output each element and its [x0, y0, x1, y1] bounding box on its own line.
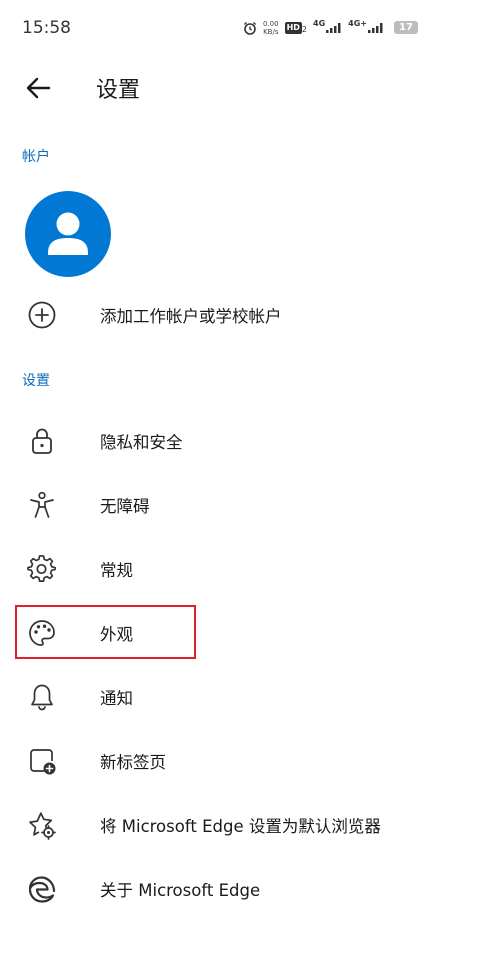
settings-item-privacy[interactable]: 隐私和安全 — [0, 409, 480, 473]
status-time: 15:58 — [22, 18, 71, 38]
add-circle-icon — [26, 299, 58, 331]
sim2-label: 4G+ — [348, 19, 367, 28]
add-account-label: 添加工作帐户或学校帐户 — [100, 307, 282, 326]
sim2-signal: 4G+ — [348, 19, 384, 33]
settings-item-notifications[interactable]: 通知 — [0, 665, 480, 729]
signal-bars-icon — [368, 23, 383, 33]
net-speed-unit: KB/s — [263, 28, 279, 36]
net-speed-value: 0.00 — [262, 20, 279, 28]
lock-icon — [26, 425, 58, 457]
settings-item-label: 关于 Microsoft Edge — [100, 881, 261, 900]
hd-sub: 2 — [301, 25, 308, 34]
section-label-settings: 设置 — [22, 373, 50, 389]
settings-item-label: 新标签页 — [100, 753, 166, 772]
app-header: 设置 — [0, 58, 480, 118]
new-tab-icon — [26, 745, 58, 777]
hd-label: HD — [284, 22, 302, 34]
settings-item-general[interactable]: 常规 — [0, 537, 480, 601]
settings-item-default-browser[interactable]: 将 Microsoft Edge 设置为默认浏览器 — [0, 793, 480, 857]
arrow-left-icon — [26, 77, 51, 99]
person-icon — [48, 212, 88, 255]
accessibility-icon — [26, 489, 58, 521]
sim1-label: 4G — [313, 19, 326, 28]
settings-item-about[interactable]: 关于 Microsoft Edge — [0, 857, 480, 921]
settings-item-label: 隐私和安全 — [100, 433, 183, 452]
page-title: 设置 — [96, 78, 141, 103]
back-button[interactable] — [16, 70, 60, 106]
alarm-icon — [243, 22, 256, 35]
add-account-row[interactable]: 添加工作帐户或学校帐户 — [0, 283, 480, 347]
settings-item-label: 无障碍 — [100, 497, 150, 516]
signal-bars-icon — [326, 23, 341, 33]
status-icons: 0.00 KB/s HD 2 4G 4G+ — [243, 18, 384, 38]
settings-item-new-tab[interactable]: 新标签页 — [0, 729, 480, 793]
settings-item-accessibility[interactable]: 无障碍 — [0, 473, 480, 537]
battery-level: 17 — [394, 21, 418, 34]
bell-icon — [26, 681, 58, 713]
settings-item-label: 将 Microsoft Edge 设置为默认浏览器 — [100, 817, 381, 836]
hd-icon: HD 2 — [284, 22, 308, 34]
gear-icon — [26, 553, 58, 585]
avatar[interactable] — [25, 191, 111, 277]
section-label-account: 帐户 — [22, 149, 50, 165]
settings-item-label: 常规 — [100, 561, 133, 580]
settings-item-label: 通知 — [100, 689, 133, 708]
star-gear-icon — [26, 809, 58, 841]
sim1-signal: 4G — [313, 19, 342, 33]
status-bar: 15:58 0.00 KB/s HD 2 4G 4G+ 17 — [0, 0, 480, 58]
net-speed: 0.00 KB/s — [263, 20, 279, 36]
highlight-box — [15, 605, 196, 659]
edge-logo-icon — [26, 873, 58, 905]
battery-icon: 17 — [394, 21, 418, 34]
